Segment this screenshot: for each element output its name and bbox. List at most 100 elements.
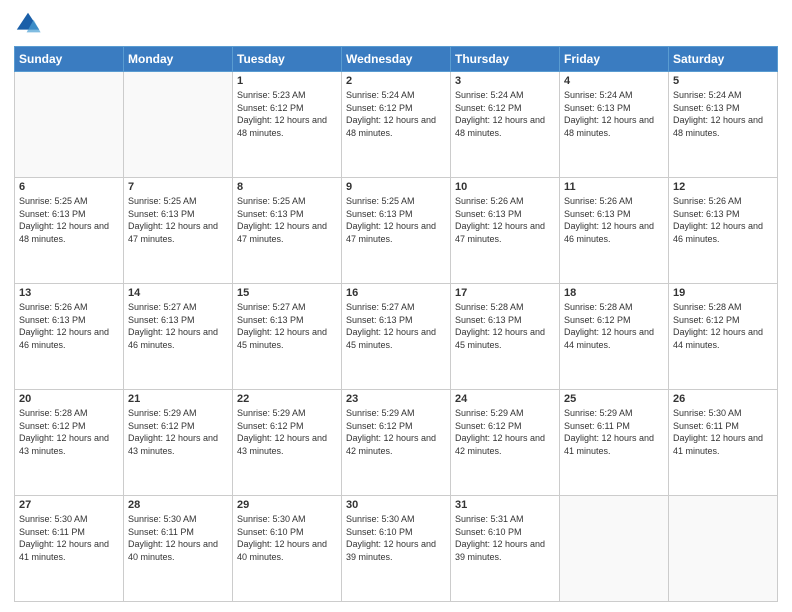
day-info: Sunrise: 5:27 AM Sunset: 6:13 PM Dayligh… xyxy=(237,301,337,351)
day-number: 10 xyxy=(455,181,555,193)
day-cell: 23 Sunrise: 5:29 AM Sunset: 6:12 PM Dayli… xyxy=(342,390,451,496)
day-number: 23 xyxy=(346,393,446,405)
day-cell xyxy=(560,496,669,602)
day-info: Sunrise: 5:30 AM Sunset: 6:10 PM Dayligh… xyxy=(346,513,446,563)
day-number: 13 xyxy=(19,287,119,299)
day-number: 12 xyxy=(673,181,773,193)
day-info: Sunrise: 5:28 AM Sunset: 6:12 PM Dayligh… xyxy=(19,407,119,457)
day-number: 29 xyxy=(237,499,337,511)
day-cell: 17 Sunrise: 5:28 AM Sunset: 6:13 PM Dayli… xyxy=(451,284,560,390)
day-info: Sunrise: 5:30 AM Sunset: 6:11 PM Dayligh… xyxy=(673,407,773,457)
day-info: Sunrise: 5:26 AM Sunset: 6:13 PM Dayligh… xyxy=(19,301,119,351)
day-number: 14 xyxy=(128,287,228,299)
day-cell: 22 Sunrise: 5:29 AM Sunset: 6:12 PM Dayli… xyxy=(233,390,342,496)
day-cell: 26 Sunrise: 5:30 AM Sunset: 6:11 PM Dayli… xyxy=(669,390,778,496)
day-info: Sunrise: 5:30 AM Sunset: 6:10 PM Dayligh… xyxy=(237,513,337,563)
day-number: 19 xyxy=(673,287,773,299)
weekday-header-sunday: Sunday xyxy=(15,47,124,72)
day-number: 20 xyxy=(19,393,119,405)
day-number: 26 xyxy=(673,393,773,405)
day-cell: 31 Sunrise: 5:31 AM Sunset: 6:10 PM Dayli… xyxy=(451,496,560,602)
day-number: 25 xyxy=(564,393,664,405)
weekday-header-saturday: Saturday xyxy=(669,47,778,72)
day-cell: 29 Sunrise: 5:30 AM Sunset: 6:10 PM Dayli… xyxy=(233,496,342,602)
day-number: 24 xyxy=(455,393,555,405)
weekday-header-monday: Monday xyxy=(124,47,233,72)
day-cell: 16 Sunrise: 5:27 AM Sunset: 6:13 PM Dayli… xyxy=(342,284,451,390)
day-info: Sunrise: 5:31 AM Sunset: 6:10 PM Dayligh… xyxy=(455,513,555,563)
day-number: 8 xyxy=(237,181,337,193)
day-cell: 6Sunrise: 5:25 AM Sunset: 6:13 PM Daylig… xyxy=(15,178,124,284)
day-cell: 1 Sunrise: 5:23 AM Sunset: 6:12 PM Daylig… xyxy=(233,72,342,178)
weekday-header-row: SundayMondayTuesdayWednesdayThursdayFrid… xyxy=(15,47,778,72)
day-info: Sunrise: 5:28 AM Sunset: 6:13 PM Dayligh… xyxy=(455,301,555,351)
day-cell: 30Sunrise: 5:30 AM Sunset: 6:10 PM Dayli… xyxy=(342,496,451,602)
weekday-header-wednesday: Wednesday xyxy=(342,47,451,72)
weekday-header-thursday: Thursday xyxy=(451,47,560,72)
day-cell: 3Sunrise: 5:24 AM Sunset: 6:12 PM Daylig… xyxy=(451,72,560,178)
day-cell: 13 Sunrise: 5:26 AM Sunset: 6:13 PM Dayli… xyxy=(15,284,124,390)
day-info: Sunrise: 5:28 AM Sunset: 6:12 PM Dayligh… xyxy=(673,301,773,351)
day-cell: 7 Sunrise: 5:25 AM Sunset: 6:13 PM Daylig… xyxy=(124,178,233,284)
day-number: 4 xyxy=(564,75,664,87)
day-cell: 14 Sunrise: 5:27 AM Sunset: 6:13 PM Dayli… xyxy=(124,284,233,390)
day-cell: 21Sunrise: 5:29 AM Sunset: 6:12 PM Dayli… xyxy=(124,390,233,496)
day-info: Sunrise: 5:27 AM Sunset: 6:13 PM Dayligh… xyxy=(346,301,446,351)
logo xyxy=(14,10,46,38)
day-number: 7 xyxy=(128,181,228,193)
day-info: Sunrise: 5:24 AM Sunset: 6:12 PM Dayligh… xyxy=(455,89,555,139)
day-info: Sunrise: 5:26 AM Sunset: 6:13 PM Dayligh… xyxy=(564,195,664,245)
day-info: Sunrise: 5:24 AM Sunset: 6:13 PM Dayligh… xyxy=(673,89,773,139)
day-cell: 28Sunrise: 5:30 AM Sunset: 6:11 PM Dayli… xyxy=(124,496,233,602)
day-info: Sunrise: 5:26 AM Sunset: 6:13 PM Dayligh… xyxy=(673,195,773,245)
day-cell: 18Sunrise: 5:28 AM Sunset: 6:12 PM Dayli… xyxy=(560,284,669,390)
day-cell xyxy=(124,72,233,178)
day-info: Sunrise: 5:29 AM Sunset: 6:12 PM Dayligh… xyxy=(346,407,446,457)
day-info: Sunrise: 5:25 AM Sunset: 6:13 PM Dayligh… xyxy=(19,195,119,245)
calendar-table: SundayMondayTuesdayWednesdayThursdayFrid… xyxy=(14,46,778,602)
day-info: Sunrise: 5:25 AM Sunset: 6:13 PM Dayligh… xyxy=(237,195,337,245)
day-cell: 20 Sunrise: 5:28 AM Sunset: 6:12 PM Dayli… xyxy=(15,390,124,496)
day-info: Sunrise: 5:24 AM Sunset: 6:13 PM Dayligh… xyxy=(564,89,664,139)
week-row-2: 6Sunrise: 5:25 AM Sunset: 6:13 PM Daylig… xyxy=(15,178,778,284)
week-row-4: 20 Sunrise: 5:28 AM Sunset: 6:12 PM Dayli… xyxy=(15,390,778,496)
day-cell: 11 Sunrise: 5:26 AM Sunset: 6:13 PM Dayli… xyxy=(560,178,669,284)
day-cell: 2 Sunrise: 5:24 AM Sunset: 6:12 PM Daylig… xyxy=(342,72,451,178)
day-info: Sunrise: 5:25 AM Sunset: 6:13 PM Dayligh… xyxy=(128,195,228,245)
day-cell: 8 Sunrise: 5:25 AM Sunset: 6:13 PM Daylig… xyxy=(233,178,342,284)
day-number: 2 xyxy=(346,75,446,87)
day-cell: 15 Sunrise: 5:27 AM Sunset: 6:13 PM Dayli… xyxy=(233,284,342,390)
day-info: Sunrise: 5:30 AM Sunset: 6:11 PM Dayligh… xyxy=(19,513,119,563)
week-row-1: 1 Sunrise: 5:23 AM Sunset: 6:12 PM Daylig… xyxy=(15,72,778,178)
day-cell xyxy=(15,72,124,178)
day-number: 11 xyxy=(564,181,664,193)
day-cell: 10 Sunrise: 5:26 AM Sunset: 6:13 PM Dayli… xyxy=(451,178,560,284)
day-number: 28 xyxy=(128,499,228,511)
page: SundayMondayTuesdayWednesdayThursdayFrid… xyxy=(0,0,792,612)
day-cell: 5 Sunrise: 5:24 AM Sunset: 6:13 PM Daylig… xyxy=(669,72,778,178)
day-cell: 27 Sunrise: 5:30 AM Sunset: 6:11 PM Dayli… xyxy=(15,496,124,602)
day-number: 31 xyxy=(455,499,555,511)
day-number: 16 xyxy=(346,287,446,299)
day-info: Sunrise: 5:25 AM Sunset: 6:13 PM Dayligh… xyxy=(346,195,446,245)
day-cell xyxy=(669,496,778,602)
day-number: 1 xyxy=(237,75,337,87)
day-number: 5 xyxy=(673,75,773,87)
logo-icon xyxy=(14,10,42,38)
day-info: Sunrise: 5:24 AM Sunset: 6:12 PM Dayligh… xyxy=(346,89,446,139)
day-number: 22 xyxy=(237,393,337,405)
day-cell: 24Sunrise: 5:29 AM Sunset: 6:12 PM Dayli… xyxy=(451,390,560,496)
day-cell: 19 Sunrise: 5:28 AM Sunset: 6:12 PM Dayli… xyxy=(669,284,778,390)
day-info: Sunrise: 5:28 AM Sunset: 6:12 PM Dayligh… xyxy=(564,301,664,351)
week-row-5: 27 Sunrise: 5:30 AM Sunset: 6:11 PM Dayli… xyxy=(15,496,778,602)
day-number: 27 xyxy=(19,499,119,511)
day-cell: 9Sunrise: 5:25 AM Sunset: 6:13 PM Daylig… xyxy=(342,178,451,284)
day-info: Sunrise: 5:29 AM Sunset: 6:12 PM Dayligh… xyxy=(237,407,337,457)
day-number: 17 xyxy=(455,287,555,299)
day-info: Sunrise: 5:23 AM Sunset: 6:12 PM Dayligh… xyxy=(237,89,337,139)
day-info: Sunrise: 5:26 AM Sunset: 6:13 PM Dayligh… xyxy=(455,195,555,245)
day-cell: 25Sunrise: 5:29 AM Sunset: 6:11 PM Dayli… xyxy=(560,390,669,496)
day-info: Sunrise: 5:27 AM Sunset: 6:13 PM Dayligh… xyxy=(128,301,228,351)
day-cell: 12 Sunrise: 5:26 AM Sunset: 6:13 PM Dayli… xyxy=(669,178,778,284)
day-number: 15 xyxy=(237,287,337,299)
